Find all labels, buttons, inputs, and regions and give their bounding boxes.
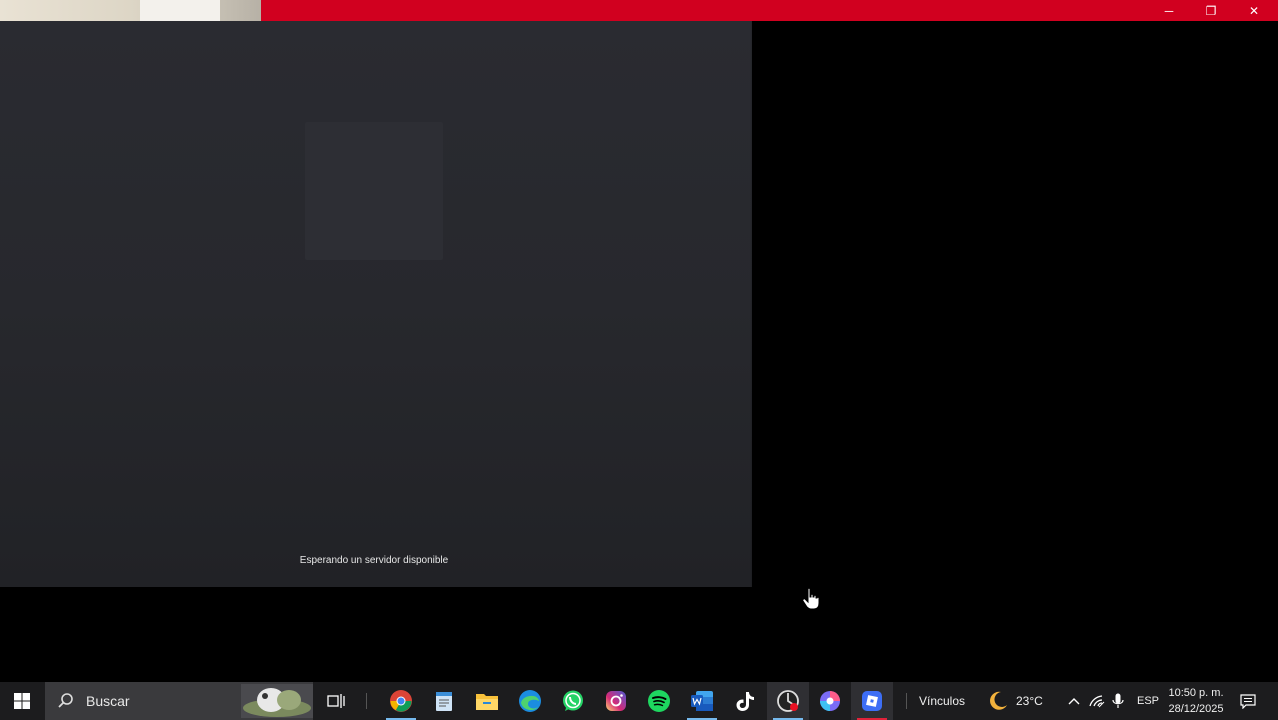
roblox-icon	[862, 691, 882, 711]
notification-center-button[interactable]	[1236, 682, 1260, 720]
microphone-icon	[1112, 693, 1124, 708]
moon-icon	[990, 691, 1007, 710]
whatsapp-button[interactable]	[552, 682, 594, 720]
search-placeholder: Buscar	[86, 693, 130, 709]
clock-time: 10:50 p. m.	[1168, 687, 1224, 699]
weather-widget[interactable]	[982, 682, 1014, 720]
input-language[interactable]: ESP	[1137, 695, 1159, 707]
spotify-icon	[648, 690, 670, 712]
tiktok-icon	[736, 692, 754, 711]
app-titlebar[interactable]: ─ ❐ ✕	[261, 0, 1278, 21]
taskbar-separator	[906, 693, 907, 709]
file-explorer-button[interactable]	[466, 682, 508, 720]
microphone-button[interactable]	[1108, 682, 1128, 720]
notepad-button[interactable]	[423, 682, 465, 720]
search-icon	[58, 693, 73, 708]
close-button[interactable]: ✕	[1233, 0, 1275, 21]
taskbar-separator	[366, 693, 367, 709]
chrome-icon	[390, 690, 412, 712]
word-button[interactable]	[681, 682, 723, 720]
clock[interactable]: 10:50 p. m. 28/12/2025	[1164, 685, 1228, 717]
windows-logo-icon	[14, 693, 30, 709]
word-icon	[691, 691, 713, 711]
tiktok-button[interactable]	[724, 682, 766, 720]
links-toolbar[interactable]: Vínculos	[919, 694, 965, 708]
minimize-button[interactable]: ─	[1148, 0, 1190, 21]
browser-button[interactable]	[809, 682, 851, 720]
chevron-up-icon	[1068, 698, 1080, 705]
roblox-button[interactable]	[851, 682, 893, 720]
edge-icon	[519, 690, 541, 712]
whatsapp-icon	[563, 690, 583, 711]
clock-date: 28/12/2025	[1168, 703, 1224, 715]
recorder-button[interactable]	[767, 682, 809, 720]
wifi-icon	[1089, 695, 1105, 708]
instagram-button[interactable]	[595, 682, 637, 720]
hand-cursor-icon	[802, 588, 820, 610]
edge-button[interactable]	[509, 682, 551, 720]
search-highlight-illustration	[241, 684, 313, 718]
notification-icon	[1240, 693, 1256, 709]
task-view-button[interactable]	[315, 682, 357, 720]
search-box[interactable]: Buscar	[45, 682, 313, 720]
show-hidden-icons-button[interactable]	[1062, 682, 1086, 720]
spotify-button[interactable]	[638, 682, 680, 720]
task-view-icon	[327, 694, 345, 708]
notepad-icon	[436, 692, 452, 711]
restore-button[interactable]: ❐	[1190, 0, 1232, 21]
recorder-icon	[777, 690, 799, 712]
network-button[interactable]	[1087, 682, 1107, 720]
loading-status-text: Esperando un servidor disponible	[299, 555, 449, 566]
start-button[interactable]	[0, 682, 44, 720]
instagram-icon	[606, 691, 626, 711]
chrome-button[interactable]	[380, 682, 422, 720]
file-explorer-icon	[476, 694, 498, 710]
weather-temperature[interactable]: 23°C	[1016, 694, 1043, 708]
game-thumbnail-placeholder	[305, 122, 443, 260]
taskbar: Buscar Vínculos 23°C ESP 10:50 p. m. 28/…	[0, 682, 1278, 720]
browser-icon	[820, 691, 840, 711]
loading-panel: Esperando un servidor disponible	[0, 21, 762, 587]
